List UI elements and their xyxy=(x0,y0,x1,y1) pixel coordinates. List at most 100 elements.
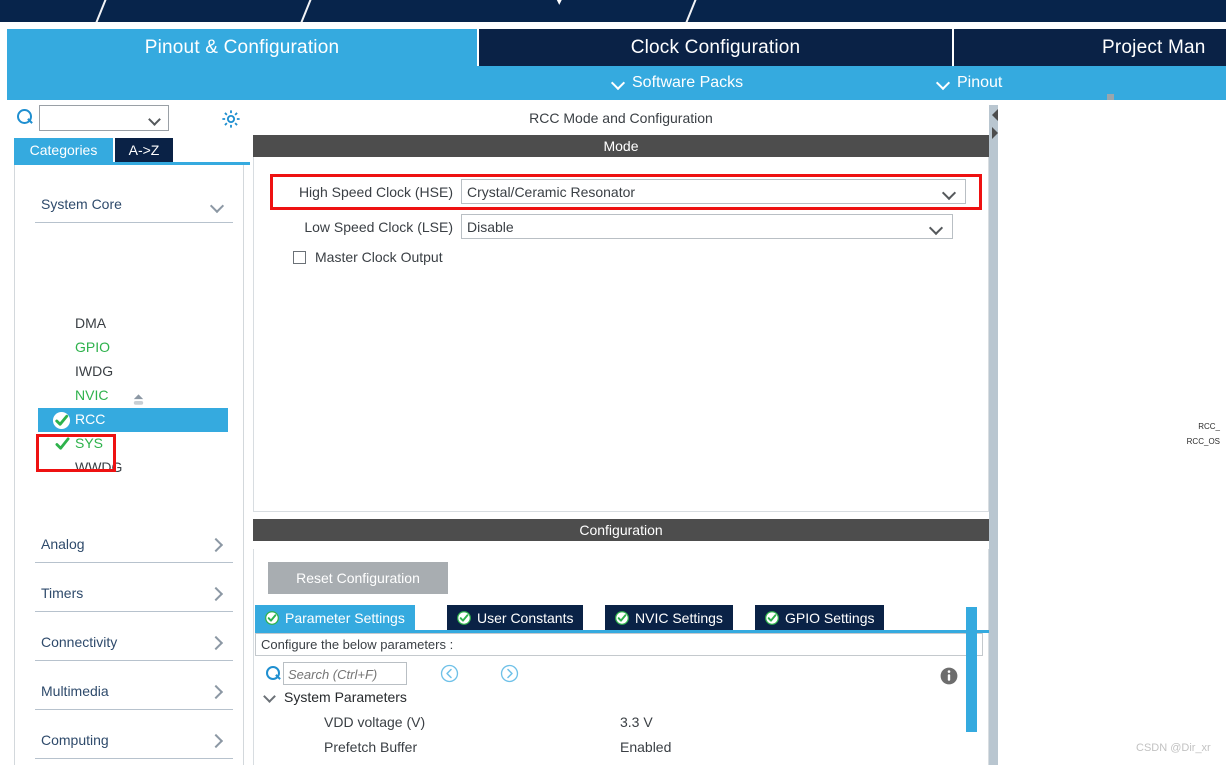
sidebar-tab-a-to-z[interactable]: A->Z xyxy=(115,138,173,162)
pinout-menu[interactable]: Pinout xyxy=(937,66,1002,100)
check-circle-icon xyxy=(52,411,71,430)
tab-project-manager-label: Project Man xyxy=(1102,36,1206,58)
chip-view-area: RCC_ RCC_OS xyxy=(998,105,1226,765)
rcc-highlight-marker xyxy=(36,434,116,472)
lse-label: Low Speed Clock (LSE) xyxy=(304,218,453,235)
main-tab-bar: Pinout & Configuration Clock Configurati… xyxy=(7,29,1226,66)
chevron-right-icon xyxy=(211,735,223,747)
chevron-down-icon xyxy=(937,77,950,90)
sidebar-group-connectivity-label: Connectivity xyxy=(41,634,118,650)
parameter-group-system-parameters[interactable]: System Parameters xyxy=(265,689,407,705)
panel-splitter[interactable] xyxy=(989,105,998,765)
chevron-right-icon xyxy=(211,539,223,551)
sidebar-item-nvic-label: NVIC xyxy=(75,387,109,403)
sidebar-group-computing[interactable]: Computing xyxy=(27,725,233,759)
menu-divider-slash xyxy=(683,0,699,22)
sidebar-tab-bar: Categories A->Z xyxy=(14,138,250,162)
sidebar-group-analog-label: Analog xyxy=(41,536,85,552)
chevron-down-icon xyxy=(612,77,625,90)
sidebar-group-timers[interactable]: Timers xyxy=(27,578,233,612)
sidebar-item-rcc[interactable]: RCC xyxy=(38,408,228,432)
sidebar-item-dma-label: DMA xyxy=(75,315,107,331)
circle-left-arrow-icon[interactable] xyxy=(440,664,459,683)
divider xyxy=(35,709,233,710)
parameter-value: Enabled xyxy=(620,739,672,755)
parameter-search-input[interactable] xyxy=(288,666,402,682)
tab-pinout-configuration[interactable]: Pinout & Configuration xyxy=(7,29,477,66)
sidebar-search-row xyxy=(7,103,250,135)
chevron-down-icon[interactable] xyxy=(150,115,161,123)
divider xyxy=(35,562,233,563)
sidebar-group-connectivity[interactable]: Connectivity xyxy=(27,627,233,661)
mode-section-body: High Speed Clock (HSE) Crystal/Ceramic R… xyxy=(253,157,989,512)
toolbar-caret xyxy=(1107,94,1114,100)
watermark: CSDN @Dir_xr xyxy=(1136,742,1211,754)
check-circle-icon xyxy=(265,610,279,625)
tab-parameter-settings[interactable]: Parameter Settings xyxy=(255,605,415,630)
parameter-name: Prefetch Buffer xyxy=(324,739,418,755)
sub-toolbar: Software Packs Pinout xyxy=(7,66,1226,100)
pinout-label: Pinout xyxy=(957,74,1003,91)
peripheral-search-combo[interactable] xyxy=(39,105,169,131)
table-row[interactable]: Prefetch Buffer Enabled xyxy=(255,739,989,764)
circle-right-arrow-icon[interactable] xyxy=(500,664,519,683)
info-icon[interactable] xyxy=(940,667,958,685)
divider xyxy=(35,222,233,223)
check-circle-icon xyxy=(615,610,629,625)
sidebar-item-dma[interactable]: DMA xyxy=(38,312,228,336)
sidebar-item-gpio[interactable]: GPIO xyxy=(38,336,228,360)
chevron-down-icon xyxy=(265,692,276,703)
rcc-configuration-panel: RCC Mode and Configuration Mode High Spe… xyxy=(253,105,989,765)
pin-label: RCC_OS xyxy=(1186,437,1220,446)
master-clock-output-row[interactable]: Master Clock Output xyxy=(293,249,443,265)
parameter-search-box[interactable] xyxy=(283,662,407,685)
tab-user-constants[interactable]: User Constants xyxy=(447,605,584,630)
sidebar-tab-categories[interactable]: Categories xyxy=(14,138,113,162)
sidebar-group-computing-label: Computing xyxy=(41,732,109,748)
lse-row: Low Speed Clock (LSE) Disable xyxy=(266,214,966,239)
lse-value: Disable xyxy=(467,218,514,235)
lse-combo[interactable]: Disable xyxy=(461,214,953,239)
sidebar-group-system-core[interactable]: System Core xyxy=(27,189,233,223)
divider xyxy=(35,660,233,661)
tab-nvic-settings-label: NVIC Settings xyxy=(635,609,723,626)
divider xyxy=(35,758,233,759)
menu-divider-slash xyxy=(298,0,314,22)
tab-gpio-settings[interactable]: GPIO Settings xyxy=(755,605,885,630)
peripheral-search-input[interactable] xyxy=(44,109,148,127)
configuration-tab-bar: Parameter Settings User Constants NVIC S… xyxy=(255,605,989,630)
sidebar-group-multimedia-label: Multimedia xyxy=(41,683,109,699)
sidebar-group-multimedia[interactable]: Multimedia xyxy=(27,676,233,710)
search-icon xyxy=(17,109,32,124)
reset-configuration-button[interactable]: Reset Configuration xyxy=(268,562,448,594)
sidebar-group-system-core-label: System Core xyxy=(41,196,122,212)
chevron-right-icon xyxy=(211,686,223,698)
sidebar-tab-a-to-z-label: A->Z xyxy=(128,142,160,158)
software-packs-menu[interactable]: Software Packs xyxy=(612,66,743,100)
divider xyxy=(35,611,233,612)
gear-icon[interactable] xyxy=(220,108,242,130)
sidebar-tab-categories-label: Categories xyxy=(29,142,98,158)
software-packs-label: Software Packs xyxy=(632,74,744,91)
chevron-right-icon xyxy=(211,588,223,600)
chevron-down-icon xyxy=(212,201,223,212)
stm32cubemx-window: ▾ Pinout & Configuration Clock Configura… xyxy=(0,0,1226,765)
hse-highlight-marker xyxy=(270,174,982,210)
tab-project-manager[interactable]: Project Man xyxy=(954,29,1226,66)
menu-bar-strip: ▾ xyxy=(0,0,1226,22)
mode-section-header: Mode xyxy=(253,135,989,157)
check-circle-icon xyxy=(457,610,471,625)
table-row[interactable]: VDD voltage (V) 3.3 V xyxy=(255,714,989,739)
tab-nvic-settings[interactable]: NVIC Settings xyxy=(605,605,733,630)
tab-parameter-settings-label: Parameter Settings xyxy=(285,609,405,626)
sidebar-item-iwdg[interactable]: IWDG xyxy=(38,360,228,384)
sidebar-item-rcc-label: RCC xyxy=(75,411,106,427)
parameter-group-label: System Parameters xyxy=(284,689,407,705)
master-clock-output-checkbox[interactable] xyxy=(293,250,306,264)
sidebar-item-nvic[interactable]: NVIC xyxy=(38,384,228,408)
tab-user-constants-label: User Constants xyxy=(477,609,574,626)
tab-clock-configuration[interactable]: Clock Configuration xyxy=(479,29,952,66)
sidebar-group-analog[interactable]: Analog xyxy=(27,529,233,563)
pin-label: RCC_ xyxy=(1198,422,1220,431)
parameter-scrollbar-thumb[interactable] xyxy=(966,607,977,732)
